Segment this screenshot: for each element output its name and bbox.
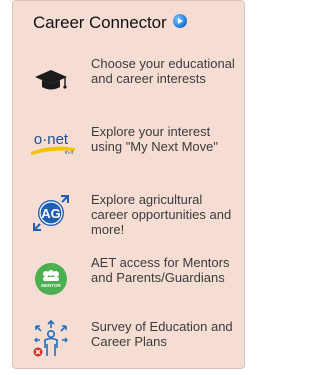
item-choose-interests[interactable]: Choose your educational and career inter…	[13, 53, 246, 109]
item-label: AET access for Mentors and Parents/Guard…	[91, 255, 230, 285]
item-mentor-access[interactable]: MENTOR AET access for Mentors and Parent…	[13, 255, 246, 313]
survey-people-icon	[29, 317, 73, 361]
career-connector-panel: Career Connector Choose your educational…	[12, 0, 245, 369]
onet-logo-text: o·net	[34, 131, 69, 148]
panel-header: Career Connector	[33, 13, 187, 33]
item-label: Explore agricultural career opportunitie…	[91, 192, 232, 237]
onet-logo-sub: in-it	[65, 150, 74, 156]
mentor-icon: MENTOR	[29, 257, 73, 301]
onet-logo-icon: o·net in-it	[25, 121, 77, 165]
item-label: Survey of Education and Career Plans	[91, 319, 233, 349]
item-survey-plans[interactable]: Survey of Education and Career Plans	[13, 319, 246, 375]
item-label: Explore your interest using "My Next Mov…	[91, 124, 218, 154]
mentor-badge-text: MENTOR	[41, 283, 61, 288]
ag-badge-text: AG	[41, 206, 61, 221]
item-my-next-move[interactable]: o·net in-it Explore your interest using …	[13, 121, 246, 177]
info-play-icon[interactable]	[172, 14, 187, 28]
ag-badge-icon: AG	[29, 191, 73, 235]
item-agricultural-careers[interactable]: AG Explore agricultural career opportuni…	[13, 189, 246, 245]
panel-title: Career Connector	[33, 13, 167, 32]
item-label: Choose your educational and career inter…	[91, 56, 235, 86]
graduation-cap-icon	[29, 59, 73, 103]
